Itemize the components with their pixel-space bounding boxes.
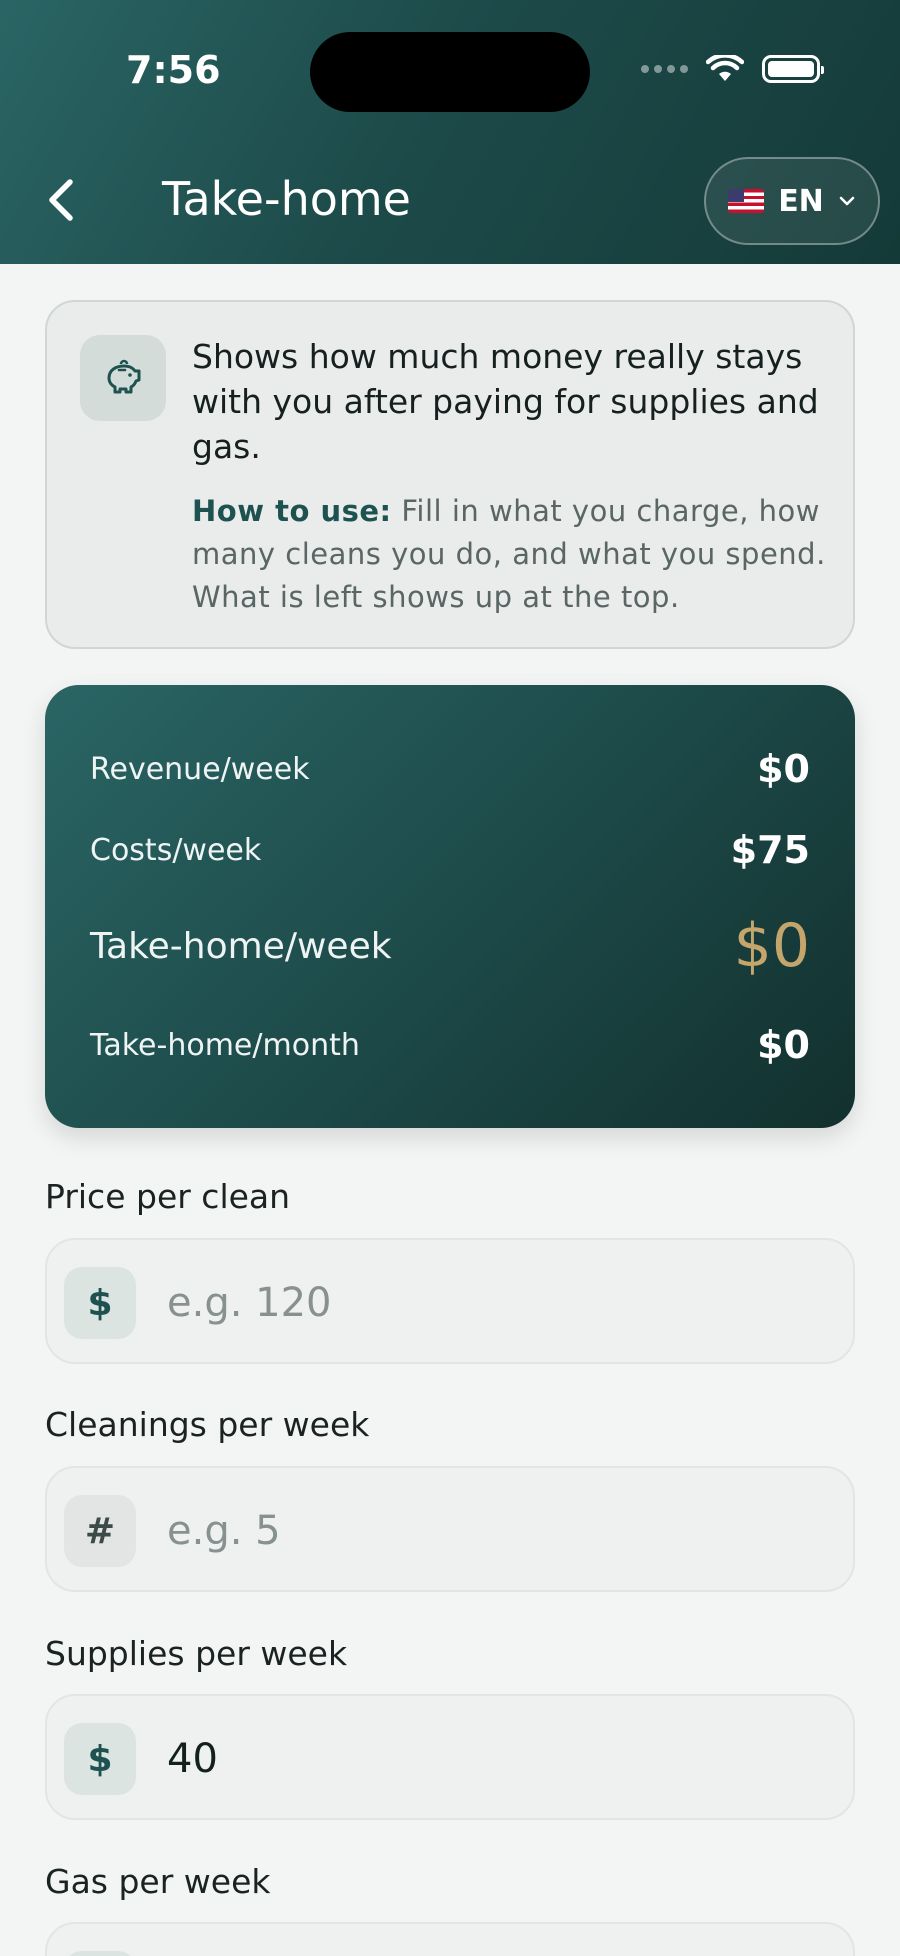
price-per-clean-label: Price per clean [45,1177,291,1216]
cleanings-per-week-input[interactable] [167,1498,817,1564]
costs-week-value: $75 [730,828,810,872]
language-code: EN [778,183,824,219]
dynamic-island [310,32,590,112]
dollar-icon: $ [64,1723,136,1795]
info-description: Shows how much money really stays with y… [192,337,819,466]
status-time: 7:56 [126,48,221,92]
price-per-clean-input[interactable] [167,1270,817,1336]
us-flag-icon [728,189,765,213]
takehome-week-label: Take-home/week [90,925,392,967]
cleanings-per-week-field[interactable]: # [45,1466,855,1592]
wifi-icon [706,55,744,81]
page-title: Take-home [162,172,411,226]
chevron-down-icon [839,196,855,206]
revenue-week-label: Revenue/week [90,751,310,787]
hash-icon: # [64,1495,136,1567]
price-per-clean-field[interactable]: $ [45,1238,855,1364]
back-button[interactable] [40,170,90,230]
status-indicators [641,55,824,83]
cleanings-per-week-label: Cleanings per week [45,1405,370,1444]
gas-per-week-label: Gas per week [45,1862,271,1901]
info-card: Shows how much money really stays with y… [45,300,855,649]
battery-icon [762,55,824,83]
costs-week-label: Costs/week [90,832,262,868]
revenue-week-value: $0 [757,747,810,791]
takehome-week-row: Take-home/week $0 [90,911,810,981]
language-selector[interactable]: EN [704,157,880,245]
app-header: 7:56 Take-home EN [0,0,900,264]
takehome-month-value: $0 [757,1023,810,1067]
summary-card: Revenue/week $0 Costs/week $75 Take-home… [45,685,855,1128]
supplies-per-week-field[interactable]: $ [45,1694,855,1820]
supplies-per-week-label: Supplies per week [45,1634,348,1673]
chevron-left-icon [49,179,73,221]
how-to-use-label: How to use: [192,494,392,528]
supplies-per-week-input[interactable] [167,1726,817,1792]
gas-per-week-field[interactable] [45,1922,855,1956]
costs-week-row: Costs/week $75 [90,828,810,872]
how-to-use-text: How to use: Fill in what you charge, how… [192,490,832,619]
dollar-icon [64,1951,136,1956]
revenue-week-row: Revenue/week $0 [90,747,810,791]
takehome-week-value: $0 [733,911,810,981]
takehome-month-label: Take-home/month [90,1027,360,1063]
cellular-signal-icon [641,65,688,73]
piggy-bank-icon [80,335,166,421]
takehome-month-row: Take-home/month $0 [90,1023,810,1067]
dollar-icon: $ [64,1267,136,1339]
